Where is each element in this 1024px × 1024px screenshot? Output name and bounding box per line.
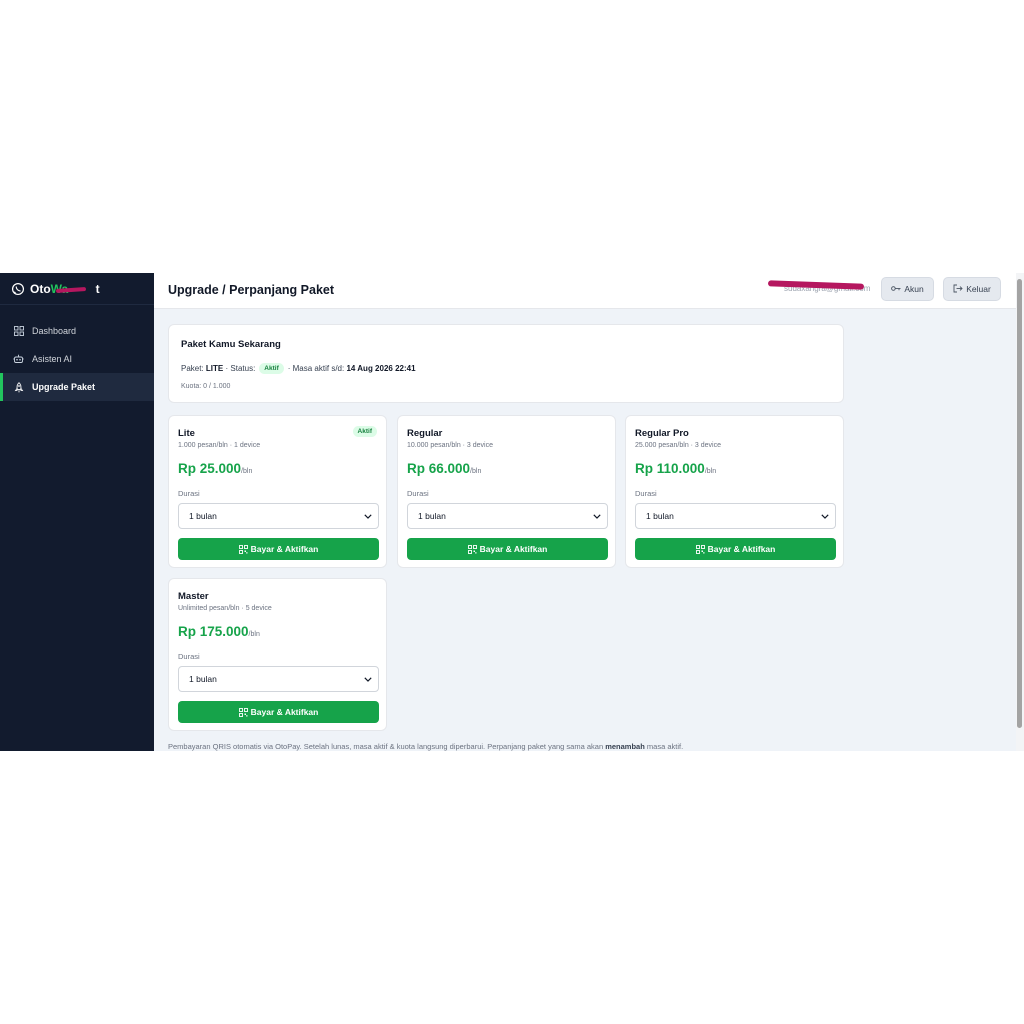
rocket-icon: [13, 381, 24, 393]
sidebar-nav: Dashboard Asisten AI Upgrade Paket: [0, 317, 154, 401]
pay-activate-button[interactable]: Bayar & Aktifkan: [407, 538, 608, 560]
plan-card-master: Master Unlimited pesan/bln · 5 device Rp…: [168, 578, 387, 731]
status-badge: Aktif: [259, 363, 284, 374]
plan-card-lite: Lite 1.000 pesan/bln · 1 device Aktif Rp…: [168, 415, 387, 568]
brand-logo[interactable]: OtoWaysent: [0, 273, 154, 305]
durasi-label: Durasi: [178, 489, 200, 498]
plan-description: 1.000 pesan/bln · 1 device: [178, 442, 261, 449]
pay-activate-button[interactable]: Bayar & Aktifkan: [635, 538, 836, 560]
plan-card-regular-pro: Regular Pro 25.000 pesan/bln · 3 device …: [625, 415, 844, 568]
qr-code-icon: [695, 544, 705, 554]
plan-price: Rp 66.000/bln: [407, 461, 482, 476]
plan-card-regular: Regular 10.000 pesan/bln · 3 device Rp 6…: [397, 415, 616, 568]
akun-label: Akun: [904, 284, 924, 294]
sidebar-item-label: Dashboard: [32, 326, 77, 336]
current-package-card: Paket Kamu Sekarang Paket: LITE · Status…: [168, 324, 844, 403]
quota-text: Kuota: 0 / 1.000: [181, 383, 231, 390]
scrollbar-thumb[interactable]: [1017, 279, 1022, 728]
durasi-label: Durasi: [178, 652, 200, 661]
plan-description: 10.000 pesan/bln · 3 device: [407, 442, 494, 449]
plan-description: Unlimited pesan/bln · 5 device: [178, 605, 272, 612]
sidebar: OtoWaysent Dashboard Asisten AI: [0, 273, 154, 751]
plan-description: 25.000 pesan/bln · 3 device: [635, 442, 722, 449]
chevron-down-icon: [593, 513, 601, 519]
plan-name: Lite: [178, 428, 195, 439]
key-icon: [891, 284, 901, 294]
active-badge: Aktif: [352, 426, 377, 437]
plan-name: Regular Pro: [635, 428, 689, 439]
plan-name: Regular: [407, 428, 443, 439]
top-bar: Upgrade / Perpanjang Paket sudaxangra@gm…: [154, 273, 1016, 309]
chevron-down-icon: [364, 513, 372, 519]
plan-name: Master: [178, 591, 209, 602]
page-title: Upgrade / Perpanjang Paket: [168, 283, 335, 297]
qr-code-icon: [238, 707, 248, 717]
plan-price: Rp 25.000/bln: [178, 461, 253, 476]
qr-code-icon: [467, 544, 477, 554]
keluar-button[interactable]: Keluar: [943, 277, 1001, 301]
payment-footnote: Pembayaran QRIS otomatis via OtoPay. Set…: [168, 742, 684, 751]
durasi-select[interactable]: 1 bulan: [635, 503, 836, 529]
sidebar-item-dashboard[interactable]: Dashboard: [0, 317, 154, 345]
robot-icon: [13, 354, 24, 365]
current-package-info: Paket: LITE · Status: Aktif · Masa aktif…: [181, 363, 416, 374]
app-shell: OtoWaysent Dashboard Asisten AI: [0, 273, 1024, 751]
durasi-select[interactable]: 1 bulan: [178, 503, 379, 529]
dashboard-grid-icon: [13, 326, 24, 337]
sidebar-item-asisten-ai[interactable]: Asisten AI: [0, 345, 154, 373]
chevron-down-icon: [821, 513, 829, 519]
pay-activate-button[interactable]: Bayar & Aktifkan: [178, 701, 379, 723]
akun-button[interactable]: Akun: [881, 277, 934, 301]
sidebar-item-label: Asisten AI: [32, 354, 73, 364]
durasi-label: Durasi: [407, 489, 429, 498]
pay-activate-button[interactable]: Bayar & Aktifkan: [178, 538, 379, 560]
current-package-title: Paket Kamu Sekarang: [181, 339, 281, 350]
sidebar-item-upgrade-paket[interactable]: Upgrade Paket: [0, 373, 154, 401]
plan-price: Rp 110.000/bln: [635, 461, 717, 476]
brand-name: OtoWaysent: [30, 281, 100, 296]
expiry-date: 14 Aug 2026 22:41: [346, 364, 416, 373]
durasi-select[interactable]: 1 bulan: [178, 666, 379, 692]
chevron-down-icon: [364, 676, 372, 682]
package-name: LITE: [205, 364, 224, 373]
qr-code-icon: [238, 544, 248, 554]
whatsapp-icon: [11, 282, 25, 295]
keluar-label: Keluar: [966, 284, 991, 294]
sidebar-item-label: Upgrade Paket: [32, 382, 96, 392]
plan-price: Rp 175.000/bln: [178, 624, 260, 639]
durasi-label: Durasi: [635, 489, 657, 498]
durasi-select[interactable]: 1 bulan: [407, 503, 608, 529]
logout-icon: [953, 284, 963, 295]
